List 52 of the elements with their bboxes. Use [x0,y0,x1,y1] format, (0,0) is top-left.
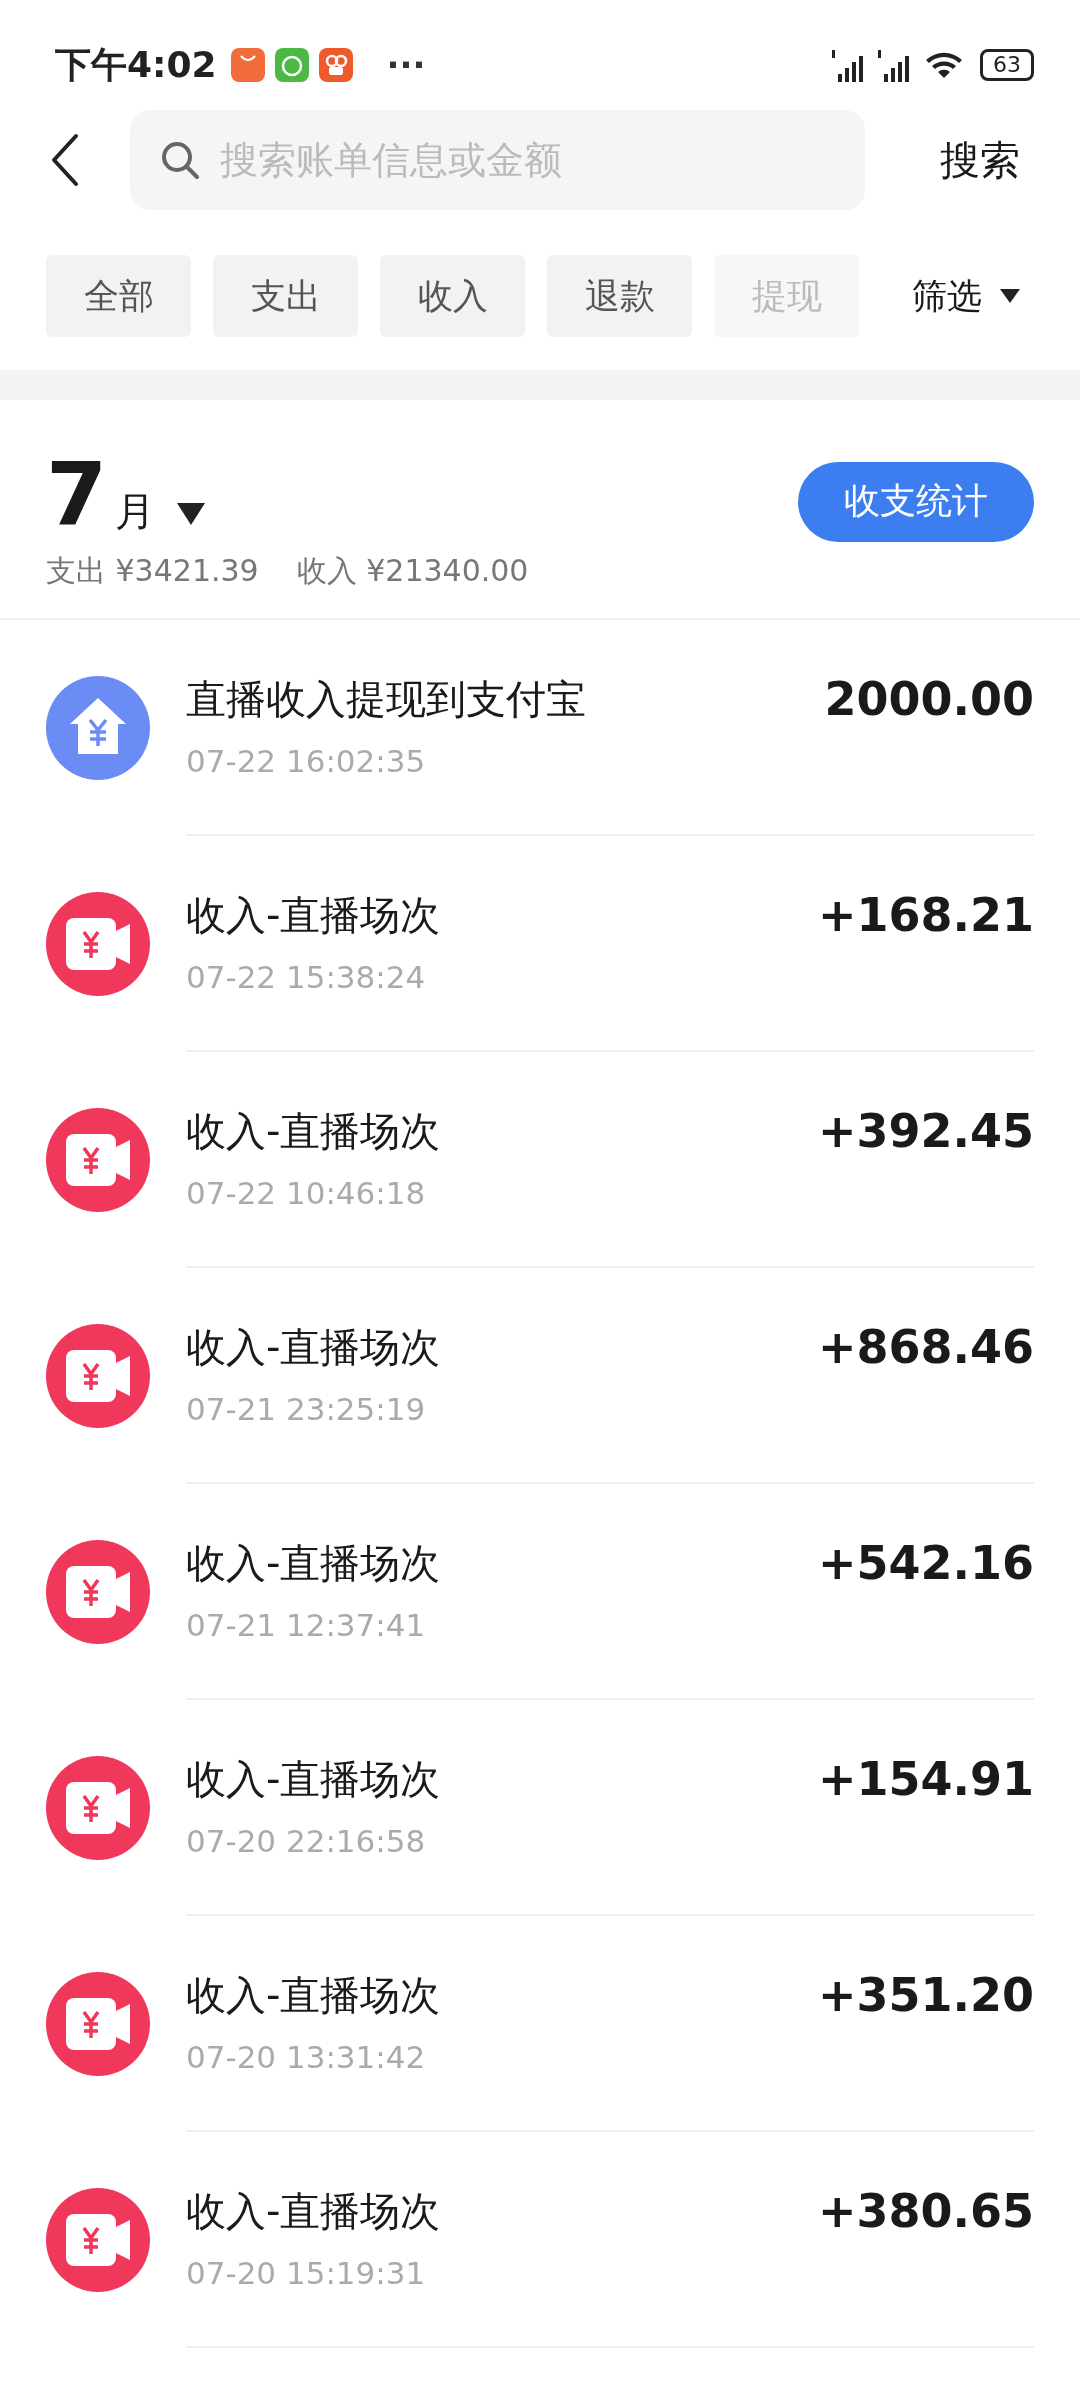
transaction-title: 收入-直播场次 [186,891,441,940]
transaction-title: 收入-直播场次 [186,1539,441,1588]
video-yuan-icon [46,1972,150,2076]
search-button[interactable]: 搜索 [940,110,1020,210]
search-icon [160,140,200,180]
video-yuan-icon [46,892,150,996]
transaction-time: 07-20 13:31:42 [186,2039,427,2075]
transaction-amount: +542.16 [817,1536,1034,1592]
transaction-time: 07-21 12:37:41 [186,1607,427,1643]
transaction-time: 07-20 15:19:31 [186,2255,427,2291]
transaction-time: 07-21 23:25:19 [186,1391,427,1427]
statistics-button[interactable]: 收支统计 [798,461,1034,542]
transaction-amount: +380.65 [817,2184,1034,2240]
house-yuan-icon [46,676,150,780]
transaction-title: 收入-直播场次 [186,1755,441,1804]
video-yuan-icon [46,2188,150,2292]
transaction-title: 收入-直播场次 [186,1323,441,1372]
clock-time: 下午4:02 [55,42,217,87]
transaction-time: 07-20 22:16:58 [186,1823,427,1859]
filter-tab[interactable]: 收入 [380,255,525,337]
month-selector[interactable]: 7 月 [46,451,206,539]
transaction-amount: +168.21 [817,888,1034,944]
transaction-amount: +154.91 [817,1752,1034,1808]
transaction-title: 收入-直播场次 [186,2187,441,2236]
dropdown-caret-icon [1000,289,1020,303]
video-yuan-icon [46,1540,150,1644]
expense-total: 支出 ¥3421.39 [46,552,259,590]
search-field[interactable]: 搜索账单信息或金额 [130,110,865,210]
app-notification-icon [274,48,309,82]
filter-tab[interactable]: 退款 [547,255,692,337]
video-yuan-icon [46,1324,150,1428]
transaction-title: 直播收入提现到支付宝 [186,675,586,724]
dropdown-caret-icon [177,503,206,525]
filter-tab[interactable]: 支出 [213,255,358,337]
transaction-amount: +351.20 [817,1968,1034,2024]
app-notification-icon [230,48,265,82]
transaction-amount: 2000.00 [824,672,1034,728]
transaction-time: 07-22 16:02:35 [186,743,427,779]
app-notification-icon [318,48,353,82]
income-total: 收入 ¥21340.00 [296,552,529,590]
transaction-title: 收入-直播场次 [186,1971,441,2020]
filter-button[interactable]: 筛选 [912,255,1020,337]
transaction-amount: +392.45 [817,1104,1034,1160]
transaction-title: 收入-直播场次 [186,1107,441,1156]
more-indicator: ··· [386,45,426,85]
transaction-time: 07-22 15:38:24 [186,959,427,995]
filter-tab[interactable]: 全部 [46,255,191,337]
transaction-time: 07-22 10:46:18 [186,1175,427,1211]
video-yuan-icon [46,1108,150,1212]
transaction-amount: +868.46 [817,1320,1034,1376]
video-yuan-icon [46,1756,150,1860]
battery-indicator: 63 [980,49,1034,81]
